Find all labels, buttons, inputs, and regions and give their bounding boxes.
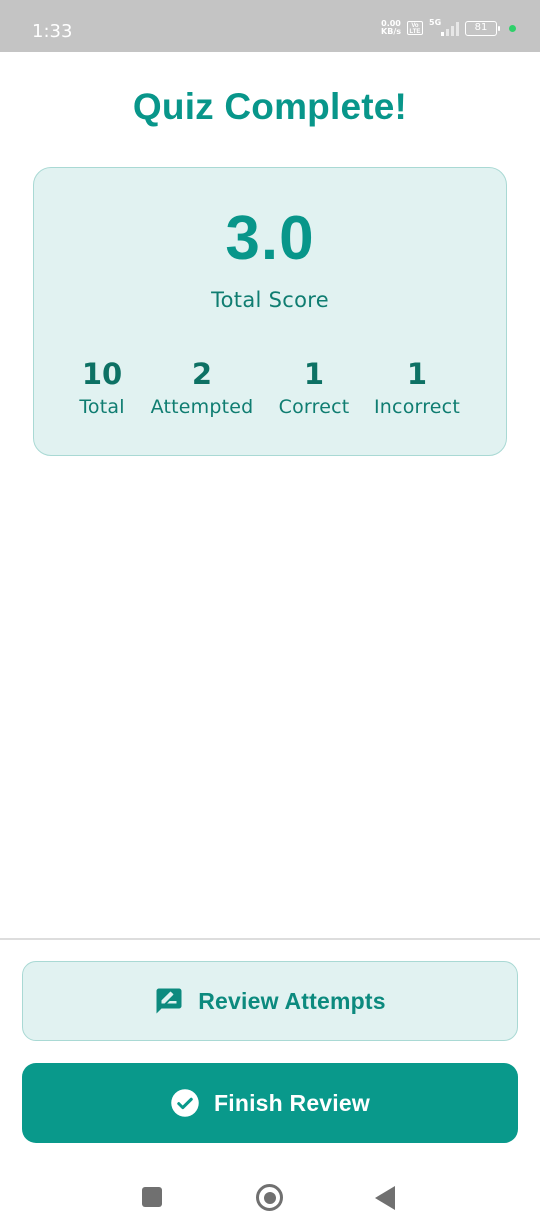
status-time: 1:33 <box>32 21 73 42</box>
check-circle-icon <box>171 1089 199 1117</box>
stat-label: Correct <box>278 396 350 418</box>
battery-level: 81 <box>474 21 488 33</box>
network-speed: 0.00 KB/s <box>381 19 401 36</box>
signal-icon: 5G <box>429 18 459 36</box>
recent-apps-icon[interactable] <box>142 1187 162 1207</box>
stat-label: Attempted <box>150 396 254 418</box>
battery-icon: 81 <box>465 20 500 36</box>
stat-value: 1 <box>406 357 428 391</box>
review-attempts-button[interactable]: Review Attempts <box>22 961 518 1041</box>
page-title: Quiz Complete! <box>132 86 408 127</box>
finish-review-button[interactable]: Finish Review <box>22 1063 518 1143</box>
stat-attempted: 2 Attempted <box>151 356 254 418</box>
network-type: 5G <box>429 18 442 27</box>
total-score-value: 3.0 <box>225 204 315 273</box>
volte-icon: Vo LTE <box>407 21 423 35</box>
back-icon[interactable] <box>375 1186 395 1210</box>
finish-review-label: Finish Review <box>214 1089 370 1116</box>
stat-total: 10 Total <box>79 356 124 418</box>
stat-correct: 1 Correct <box>279 356 350 418</box>
bottom-divider <box>0 938 540 940</box>
status-icons: 0.00 KB/s Vo LTE 5G 81 <box>381 18 516 36</box>
total-score-label: Total Score <box>211 288 329 312</box>
stat-label: Total <box>79 396 125 418</box>
stat-value: 2 <box>191 357 213 391</box>
stat-value: 1 <box>303 357 325 391</box>
signal-bars-icon <box>441 22 459 36</box>
stat-value: 10 <box>81 357 123 391</box>
rate-review-icon <box>156 988 182 1014</box>
review-attempts-label: Review Attempts <box>198 987 386 1014</box>
stat-incorrect: 1 Incorrect <box>374 356 460 418</box>
privacy-indicator-dot <box>509 24 516 32</box>
score-card: 3.0 Total Score 10 Total 2 Attempted 1 C… <box>33 167 507 456</box>
navigation-bar <box>0 1160 540 1230</box>
home-icon[interactable] <box>256 1184 283 1211</box>
status-bar: 1:33 0.00 KB/s Vo LTE 5G 81 <box>0 0 540 52</box>
stat-label: Incorrect <box>374 396 460 418</box>
